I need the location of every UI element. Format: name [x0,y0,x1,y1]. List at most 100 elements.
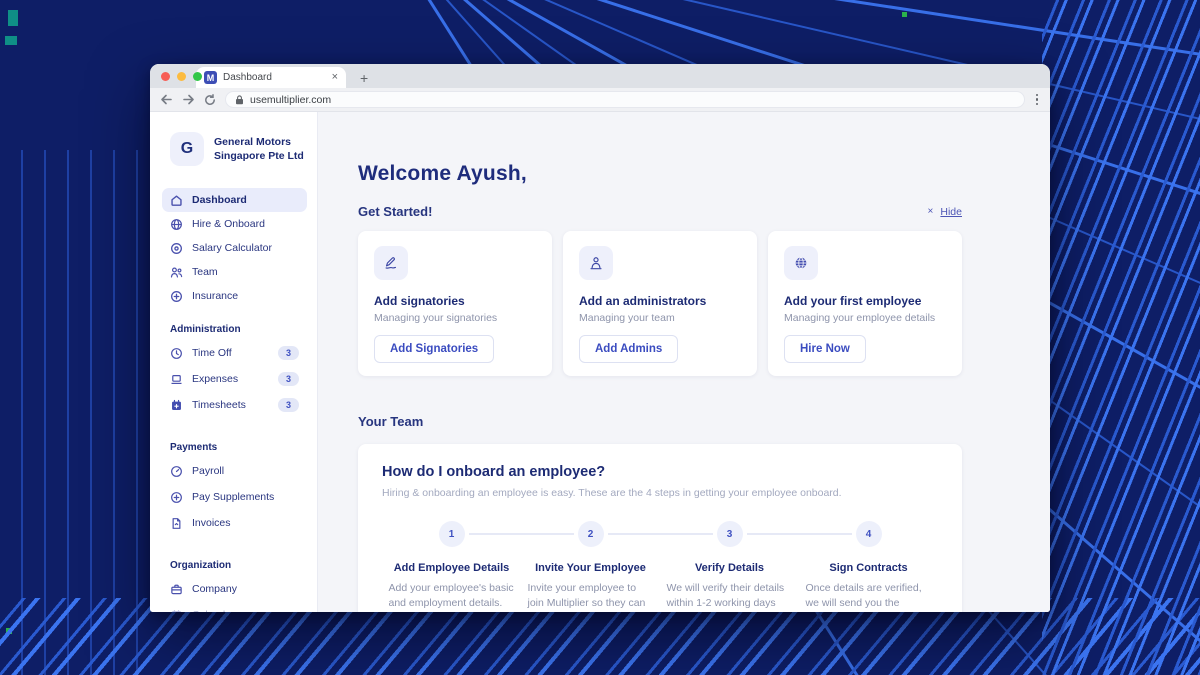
sidebar-item-salary-calculator[interactable]: Salary Calculator [162,236,307,260]
get-started-row: Get Started! × Hide [358,204,962,219]
step-description: Invite your employee to join Multiplier … [528,581,654,612]
browser-toolbar: usemultiplier.com [150,88,1050,112]
step-4: 4 Sign Contracts Once details are verifi… [799,521,938,612]
section-title-organization: Organization [170,558,307,572]
wallpaper-right-stripes [1042,0,1200,675]
tab-close-icon[interactable]: × [332,72,338,83]
hire-now-button[interactable]: Hire Now [784,335,866,363]
add-signatories-button[interactable]: Add Signatories [374,335,494,363]
time-off-badge: 3 [278,346,299,361]
sidebar-item-dashboard[interactable]: Dashboard [162,188,307,212]
coin-icon [170,242,183,255]
new-tab-button[interactable]: + [360,71,368,85]
step-number: 1 [439,521,465,547]
step-description: Once details are verified, we will send … [806,581,932,612]
step-title: Verify Details [660,562,799,574]
minimize-window-button[interactable] [177,72,186,81]
card-add-signatories: Add signatories Managing your signatorie… [358,231,552,376]
onboarding-title: How do I onboard an employee? [382,464,938,480]
sidebar-item-calendar[interactable]: Calendar [162,602,307,612]
close-window-button[interactable] [161,72,170,81]
section-administration: Time Off 3 Expenses 3 Timesheets 3 [170,340,307,418]
sidebar-item-pay-supplements[interactable]: Pay Supplements [162,484,307,510]
card-title: Add signatories [374,294,536,308]
company-header[interactable]: G General Motors Singapore Pte Ltd [170,132,307,166]
globe-icon [170,218,183,231]
lock-icon [235,95,244,105]
section-payments: Payroll Pay Supplements Invoices [170,458,307,536]
admin-person-icon [579,246,613,280]
card-title: Add an administrators [579,294,741,308]
forward-icon[interactable] [182,93,195,106]
sidebar-nav: Dashboard Hire & Onboard Salary Calculat… [170,188,307,308]
hide-link[interactable]: × Hide [928,206,962,218]
your-team-heading: Your Team [358,414,962,429]
card-add-first-employee: Add your first employee Managing your em… [768,231,962,376]
home-icon [170,194,183,207]
main-content: Welcome Ayush, Get Started! × Hide Add s… [318,112,1050,612]
onboarding-subtitle: Hiring & onboarding an employee is easy.… [382,487,938,499]
window-controls [161,72,202,81]
refresh-icon[interactable] [204,94,216,106]
company-avatar: G [170,132,204,166]
sidebar-item-hire-onboard[interactable]: Hire & Onboard [162,212,307,236]
sidebar-item-expenses[interactable]: Expenses 3 [162,366,307,392]
url-bar[interactable]: usemultiplier.com [225,91,1025,108]
plus-circle-icon [170,491,183,504]
signature-pen-icon [374,246,408,280]
section-title-administration: Administration [170,322,307,336]
welcome-heading: Welcome Ayush, [358,162,962,186]
plus-circle-icon [170,290,183,303]
step-title: Sign Contracts [799,562,938,574]
step-description: We will verify their details within 1-2 … [667,581,793,612]
app-content: G General Motors Singapore Pte Ltd Dashb… [150,112,1050,612]
sidebar-item-company[interactable]: Company [162,576,307,602]
url-text: usemultiplier.com [250,94,331,106]
briefcase-icon [170,583,183,596]
people-icon [170,266,183,279]
card-add-administrators: Add an administrators Managing your team… [563,231,757,376]
step-description: Add your employee's basic and employment… [389,581,515,611]
card-subtitle: Managing your employee details [784,312,946,324]
browser-window: M Dashboard × + usemultiplier.com G [150,64,1050,612]
onboarding-card: How do I onboard an employee? Hiring & o… [358,444,962,612]
sidebar-item-time-off[interactable]: Time Off 3 [162,340,307,366]
step-number: 2 [578,521,604,547]
step-title: Invite Your Employee [521,562,660,574]
dismiss-x-icon[interactable]: × [928,207,934,217]
back-icon[interactable] [160,93,173,106]
timesheets-badge: 3 [278,398,299,413]
sidebar-item-payroll[interactable]: Payroll [162,458,307,484]
section-title-payments: Payments [170,440,307,454]
step-number: 4 [856,521,882,547]
sidebar-item-invoices[interactable]: Invoices [162,510,307,536]
laptop-icon [170,373,183,386]
get-started-heading: Get Started! [358,204,432,219]
sidebar-item-insurance[interactable]: Insurance [162,284,307,308]
clock-icon [170,347,183,360]
get-started-cards: Add signatories Managing your signatorie… [358,231,962,376]
step-number: 3 [717,521,743,547]
maximize-window-button[interactable] [193,72,202,81]
card-title: Add your first employee [784,294,946,308]
onboarding-steps: 1 Add Employee Details Add your employee… [382,521,938,612]
tab-title: Dashboard [223,72,326,83]
sidebar-item-timesheets[interactable]: Timesheets 3 [162,392,307,418]
wallpaper-vertical-lines [0,150,150,675]
browser-tabstrip: M Dashboard × + [150,64,1050,88]
company-name: General Motors Singapore Pte Ltd [214,135,304,163]
globe-filled-icon [784,246,818,280]
sidebar-item-team[interactable]: Team [162,260,307,284]
browser-tab[interactable]: M Dashboard × [196,67,346,88]
expenses-badge: 3 [278,372,299,387]
step-title: Add Employee Details [382,562,521,574]
add-admins-button[interactable]: Add Admins [579,335,678,363]
gauge-icon [170,465,183,478]
card-subtitle: Managing your team [579,312,741,324]
sidebar: G General Motors Singapore Pte Ltd Dashb… [150,112,318,612]
calendar-filled-icon [170,399,183,412]
document-icon [170,517,183,530]
browser-menu-icon[interactable] [1034,94,1041,106]
calendar-icon [170,609,183,613]
multiplier-favicon: M [204,71,217,84]
